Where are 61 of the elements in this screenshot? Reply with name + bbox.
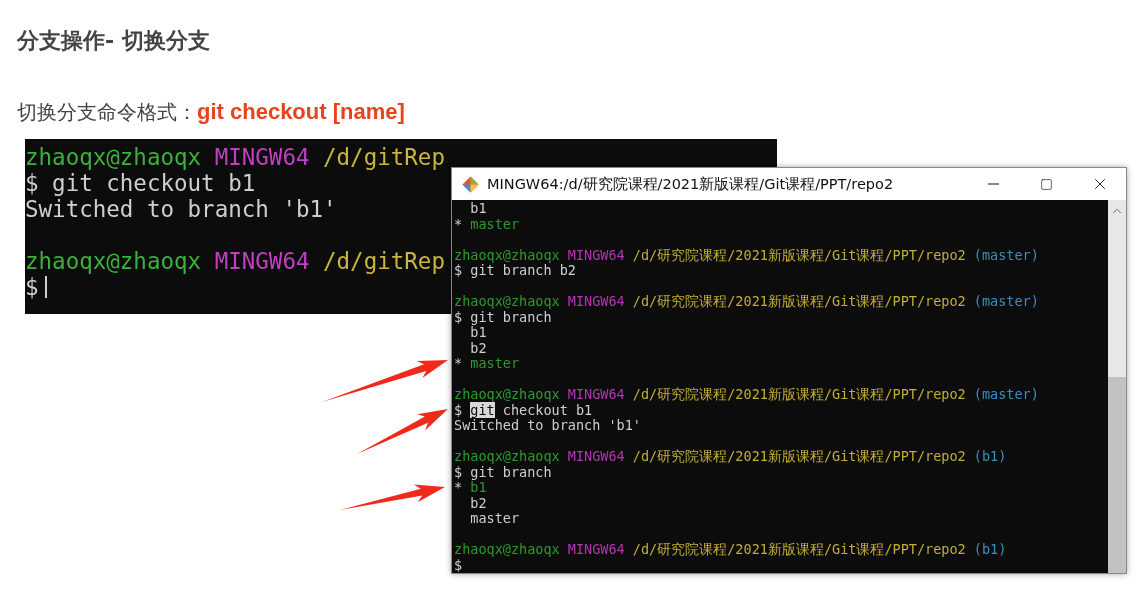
output-text: Switched to branch 'b1' [454,417,641,433]
prompt-sign: $ [454,401,463,418]
prompt-sign: $ [454,463,463,480]
prompt-system: MINGW64 [214,248,310,274]
branch-name: master [470,510,520,526]
prompt-system: MINGW64 [567,386,625,402]
git-logo-icon [462,175,479,193]
prompt-user: zhaoqx@zhaoqx [454,293,560,309]
prompt-sign: $ [25,274,39,300]
command-text: git checkout b1 [52,170,256,196]
minimize-icon [988,183,999,185]
prompt-path: /d/研究院课程/2021新版课程/Git课程/PPT/repo2 [632,293,966,309]
current-marker: * [454,355,463,371]
branch-name: b1 [470,324,487,340]
prompt-user: zhaoqx@zhaoqx [454,541,560,557]
window-title: MINGW64:/d/研究院课程/2021新版课程/Git课程/PPT/repo2 [487,174,895,194]
branch-name: b2 [470,494,487,511]
branch-name: master [470,215,520,232]
prompt-branch: (master) [973,246,1039,263]
prompt-system: MINGW64 [567,448,625,464]
current-marker: * [454,479,463,495]
command-text: checkout b1 [502,401,593,418]
prompt-sign: $ [454,556,463,573]
format-label: 切换分支命令格式： [17,99,197,126]
prompt-system: MINGW64 [567,541,625,557]
prompt-path: /d/研究院课程/2021新版课程/Git课程/PPT/repo2 [632,448,966,464]
prompt-user: zhaoqx@zhaoqx [454,246,560,263]
prompt-user: zhaoqx@zhaoqx [454,386,560,402]
prompt-sign: $ [454,262,463,278]
slide-title: 分支操作- 切换分支 [17,27,211,55]
prompt-branch: (b1) [973,448,1007,464]
command-text: git branch b2 [470,262,576,278]
prompt-path: /d/研究院课程/2021新版课程/Git课程/PPT/repo2 [632,386,966,402]
branch-name: b1 [470,200,487,216]
prompt-user: zhaoqx@zhaoqx [454,448,560,464]
prompt-sign: $ [454,308,463,325]
prompt-user: zhaoqx@zhaoqx [25,248,202,274]
branch-name: b2 [470,339,487,356]
prompt-system: MINGW64 [567,246,625,263]
prompt-path: /d/研究院课程/2021新版课程/Git课程/PPT/repo2 [632,246,966,263]
prompt-system: MINGW64 [567,293,625,309]
prompt-branch: (master) [973,293,1039,309]
prompt-system: MINGW64 [214,144,310,170]
branch-name: master [470,355,520,371]
prompt-branch: (b1) [973,541,1007,557]
prompt-sign: $ [25,170,39,196]
command-text: git branch [470,308,552,325]
scrollbar[interactable] [1108,200,1126,573]
branch-name: b1 [470,479,487,495]
prompt-path: /d/gitRep [323,248,445,274]
prompt-user: zhaoqx@zhaoqx [25,144,202,170]
current-marker: * [454,215,463,232]
maximize-icon [1040,177,1053,191]
command-text: git branch [470,463,552,480]
output-text: Switched to branch 'b1' [25,196,337,222]
command-text: git [470,401,495,418]
prompt-branch: (master) [973,386,1039,402]
command-syntax: git checkout [name] [197,98,405,126]
prompt-path: /d/研究院课程/2021新版课程/Git课程/PPT/repo2 [632,541,966,557]
prompt-path: /d/gitRep [323,144,445,170]
scrollbar-thumb[interactable] [1108,377,1126,573]
